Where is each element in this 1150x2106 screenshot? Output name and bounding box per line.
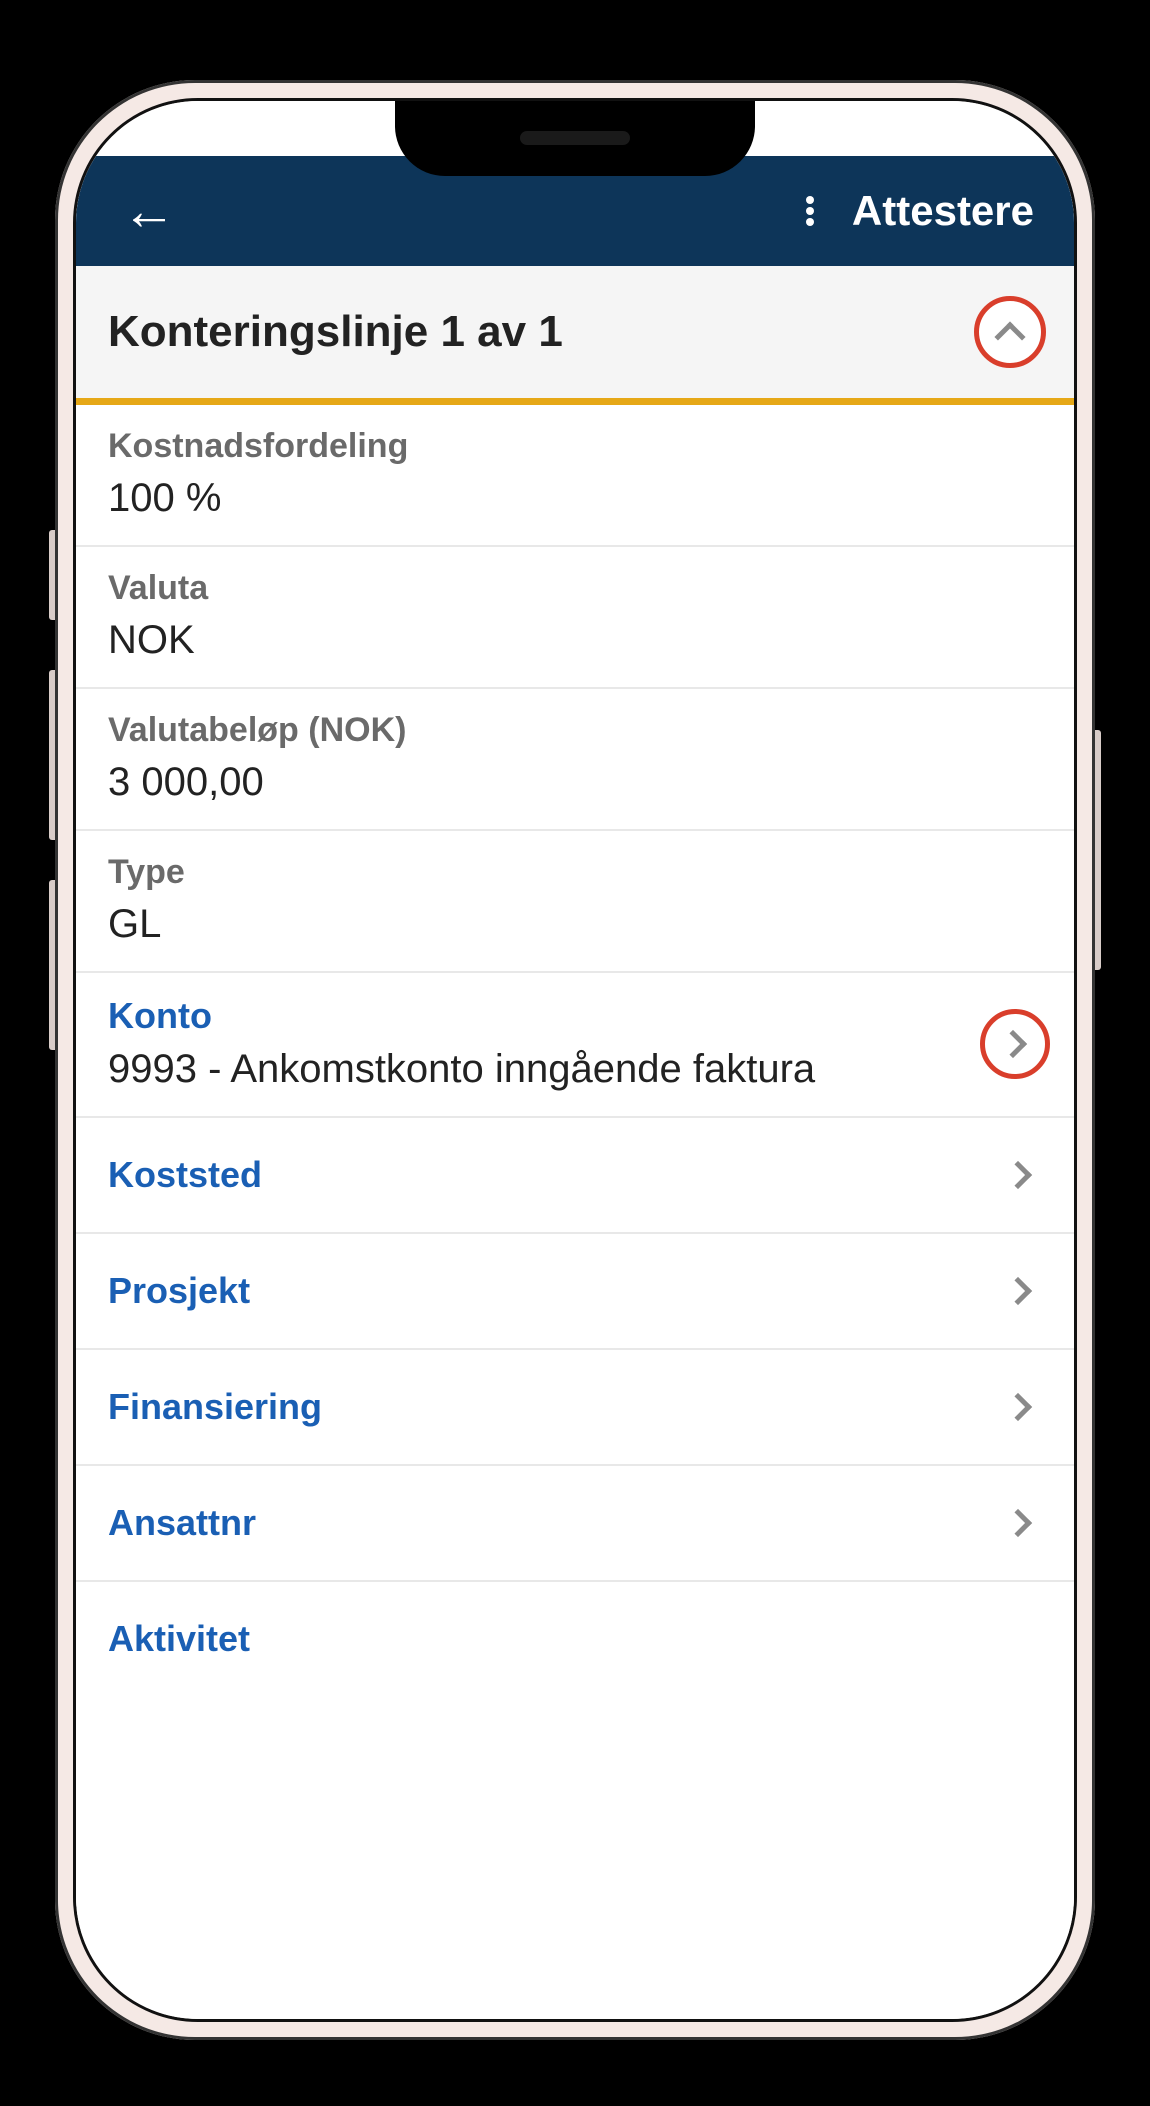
field-type: Type GL bbox=[76, 831, 1074, 973]
chevron-right-icon bbox=[1004, 1393, 1032, 1421]
field-aktivitet[interactable]: Aktivitet bbox=[76, 1582, 1074, 1696]
field-label: Kostnadsfordeling bbox=[108, 427, 1042, 466]
field-valuta: Valuta NOK bbox=[76, 547, 1074, 689]
field-label: Aktivitet bbox=[108, 1618, 1042, 1660]
field-finansiering[interactable]: Finansiering bbox=[76, 1350, 1074, 1466]
app-content: ← Attestere Konteringslinje 1 av 1 Ko bbox=[76, 101, 1074, 2019]
power-button bbox=[1095, 730, 1101, 970]
volume-button bbox=[49, 670, 55, 840]
chevron-up-icon bbox=[994, 321, 1025, 352]
field-ansattnr[interactable]: Ansattnr bbox=[76, 1466, 1074, 1582]
field-label: Ansattnr bbox=[108, 1502, 1008, 1544]
field-label: Prosjekt bbox=[108, 1270, 1008, 1312]
field-konto[interactable]: Konto 9993 - Ankomstkonto inngående fakt… bbox=[76, 973, 1074, 1118]
field-value: 9993 - Ankomstkonto inngående faktura bbox=[108, 1047, 980, 1092]
chevron-right-icon bbox=[999, 1029, 1027, 1057]
field-value: 3 000,00 bbox=[108, 760, 1042, 805]
phone-notch bbox=[395, 101, 755, 176]
chevron-right-icon bbox=[1004, 1277, 1032, 1305]
field-valutabelop: Valutabeløp (NOK) 3 000,00 bbox=[76, 689, 1074, 831]
phone-frame: ← Attestere Konteringslinje 1 av 1 Ko bbox=[55, 80, 1095, 2040]
field-label: Konto bbox=[108, 995, 980, 1037]
field-label: Valutabeløp (NOK) bbox=[108, 711, 1042, 750]
konto-navigate-button[interactable] bbox=[980, 1009, 1050, 1079]
field-koststed[interactable]: Koststed bbox=[76, 1118, 1074, 1234]
field-label: Koststed bbox=[108, 1154, 1008, 1196]
field-prosjekt[interactable]: Prosjekt bbox=[76, 1234, 1074, 1350]
field-value: NOK bbox=[108, 618, 1042, 663]
field-label: Valuta bbox=[108, 569, 1042, 608]
field-label: Type bbox=[108, 853, 1042, 892]
section-title: Konteringslinje 1 av 1 bbox=[108, 307, 563, 357]
header-title[interactable]: Attestere bbox=[852, 187, 1034, 235]
chevron-right-icon bbox=[1004, 1509, 1032, 1537]
volume-button bbox=[49, 530, 55, 620]
field-label: Finansiering bbox=[108, 1386, 1008, 1428]
more-options-icon[interactable] bbox=[806, 196, 814, 226]
field-kostnadsfordeling: Kostnadsfordeling 100 % bbox=[76, 405, 1074, 547]
field-value: 100 % bbox=[108, 476, 1042, 521]
header-right: Attestere bbox=[806, 187, 1034, 235]
section-header[interactable]: Konteringslinje 1 av 1 bbox=[76, 266, 1074, 405]
collapse-button[interactable] bbox=[974, 296, 1046, 368]
fields-list: Kostnadsfordeling 100 % Valuta NOK Valut… bbox=[76, 405, 1074, 2019]
back-arrow-icon[interactable]: ← bbox=[122, 180, 176, 242]
chevron-right-icon bbox=[1004, 1161, 1032, 1189]
field-value: GL bbox=[108, 902, 1042, 947]
phone-screen: ← Attestere Konteringslinje 1 av 1 Ko bbox=[73, 98, 1077, 2022]
volume-button bbox=[49, 880, 55, 1050]
